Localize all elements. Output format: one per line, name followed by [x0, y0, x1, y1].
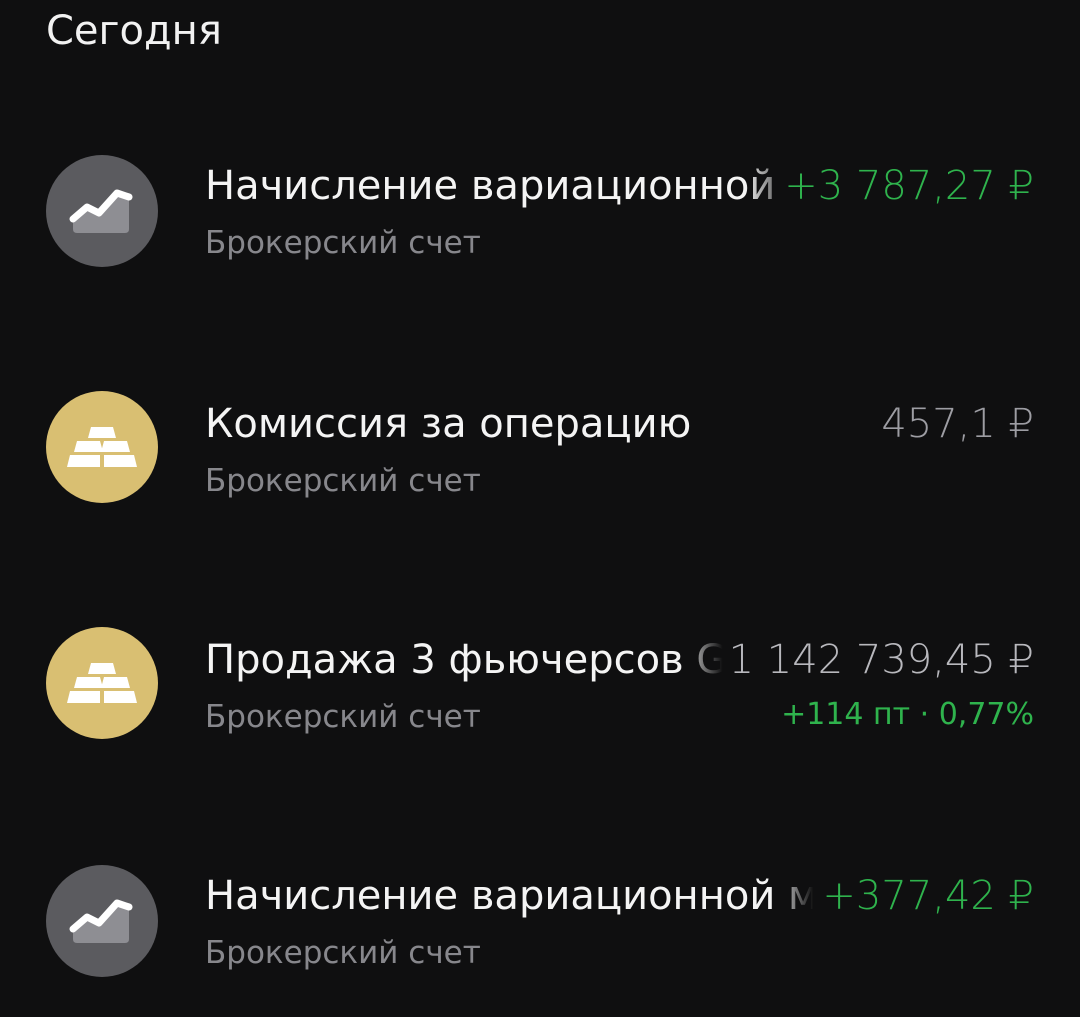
operation-item[interactable]: Продажа 3 фьючерсов G( 1 142 739,45 ₽ Бр…: [0, 624, 1080, 774]
operation-account: Брокерский счет: [205, 935, 481, 971]
operation-title: Начисление вариационной: [205, 163, 775, 209]
operation-title: Начисление вариационной м: [205, 873, 815, 919]
operation-account: Брокерский счет: [205, 463, 481, 499]
operation-title: Комиссия за операцию: [205, 401, 692, 447]
operation-result: +114 пт · 0,77%: [781, 697, 1034, 732]
operation-item[interactable]: Начисление вариационной +3 787,27 ₽ Брок…: [0, 150, 1080, 300]
title-fade: [680, 636, 730, 692]
operation-amount: 1 142 739,45 ₽: [728, 637, 1034, 683]
operation-account: Брокерский счет: [205, 225, 481, 261]
operations-screen: Сегодня Начисление вариационной +3 787,2…: [0, 0, 1080, 1017]
operation-account: Брокерский счет: [205, 699, 481, 735]
chart-trend-icon: [46, 865, 158, 977]
section-title: Сегодня: [46, 8, 222, 54]
operation-amount: +377,42 ₽: [822, 873, 1034, 919]
operation-amount: +3 787,27 ₽: [784, 163, 1034, 209]
gold-bars-icon: [46, 627, 158, 739]
chart-trend-icon: [46, 155, 158, 267]
operation-item[interactable]: Начисление вариационной м +377,42 ₽ Брок…: [0, 858, 1080, 1008]
gold-bars-icon: [46, 391, 158, 503]
title-fade: [775, 872, 820, 928]
operation-item[interactable]: Комиссия за операцию 457,1 ₽ Брокерский …: [0, 388, 1080, 538]
operation-title: Продажа 3 фьючерсов G(: [205, 637, 725, 683]
operation-amount: 457,1 ₽: [881, 401, 1034, 447]
